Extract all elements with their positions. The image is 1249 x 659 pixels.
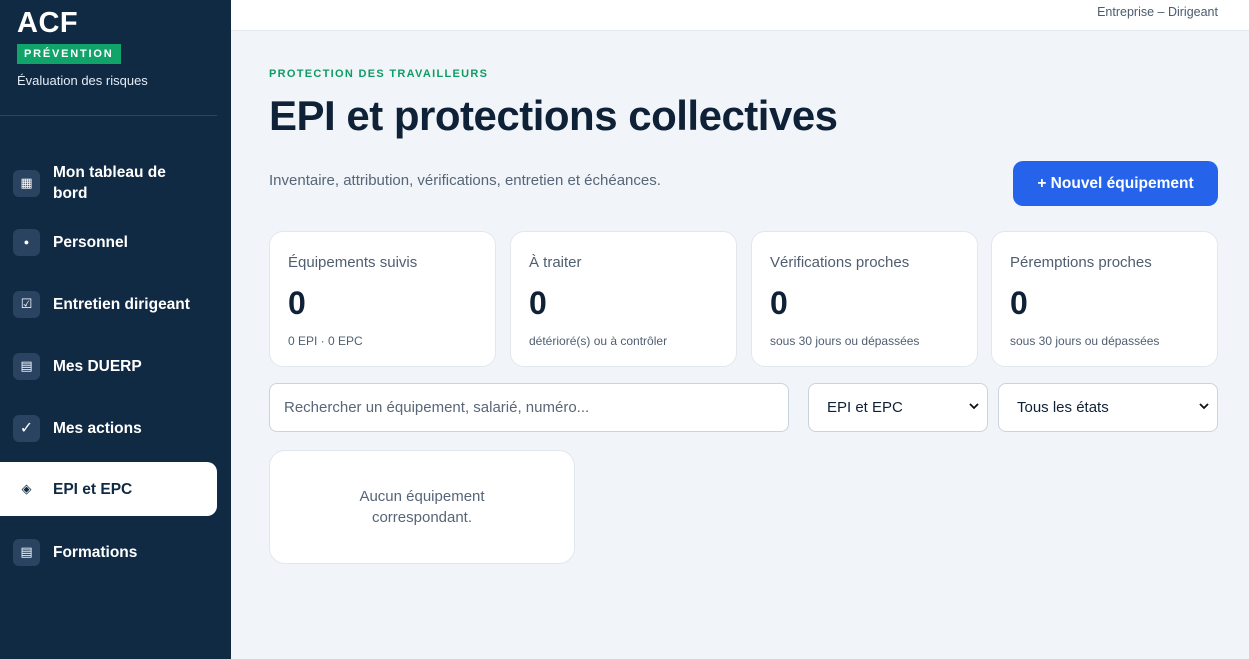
checkmark-icon: ✓	[13, 414, 40, 442]
chevron-down-icon	[969, 403, 979, 410]
brand-badge: PRÉVENTION	[17, 44, 121, 64]
brand-name: ACF	[17, 7, 79, 39]
stat-value: 0	[529, 285, 547, 321]
stat-note: sous 30 jours ou dépassées	[770, 334, 920, 348]
stat-note: détérioré(s) ou à contrôler	[529, 334, 668, 348]
sidebar-item-label: Personnel	[53, 233, 128, 251]
stat-value: 0	[288, 285, 306, 321]
stat-card-expirations: Péremptions proches 0 sous 30 jours ou d…	[991, 231, 1218, 367]
state-filter-select[interactable]: Tous les états	[998, 383, 1218, 432]
stat-label: Vérifications proches	[770, 254, 910, 271]
brand: ACF PRÉVENTION Évaluation des risques	[0, 0, 231, 88]
brand-subtitle: Évaluation des risques	[17, 73, 148, 88]
sidebar-item-actions[interactable]: ✓ Mes actions	[0, 401, 217, 455]
empty-state-message: Aucun équipement correspondant.	[359, 488, 485, 526]
sidebar-item-label: Entretien dirigeant	[53, 295, 190, 313]
sidebar-item-label: Mes actions	[53, 419, 142, 437]
document-icon: ▤	[13, 538, 40, 566]
sidebar-item-dashboard[interactable]: ▦ Mon tableau de bord	[0, 156, 217, 210]
type-filter-select[interactable]: EPI et EPC	[808, 383, 988, 432]
type-filter-value: EPI et EPC	[827, 399, 903, 416]
sidebar-item-label: Formations	[53, 543, 138, 561]
document-icon: ▤	[13, 352, 40, 380]
page-title: EPI et protections collectives	[269, 92, 838, 139]
stat-value: 0	[1010, 285, 1028, 321]
sidebar-item-label: EPI et EPC	[53, 480, 133, 498]
diamond-icon: ◈	[21, 481, 32, 496]
sidebar-divider	[0, 115, 217, 116]
new-equipment-button[interactable]: + Nouvel équipement	[1013, 161, 1218, 206]
page-description: Inventaire, attribution, vérifications, …	[269, 172, 661, 189]
sidebar-item-personnel[interactable]: ● Personnel	[0, 215, 217, 269]
stat-card-verifications: Vérifications proches 0 sous 30 jours ou…	[751, 231, 978, 367]
search-input[interactable]	[269, 383, 789, 432]
page-eyebrow: PROTECTION DES TRAVAILLEURS	[269, 68, 489, 80]
topbar: Entreprise – Dirigeant	[231, 0, 1249, 31]
sidebar-item-label: Mes DUERP	[53, 357, 142, 375]
stat-label: À traiter	[529, 254, 582, 271]
sidebar: ACF PRÉVENTION Évaluation des risques ▦ …	[0, 0, 231, 659]
stat-card-tracked: Équipements suivis 0 0 EPI · 0 EPC	[269, 231, 496, 367]
state-filter-value: Tous les états	[1017, 399, 1109, 416]
stat-card-to-handle: À traiter 0 détérioré(s) ou à contrôler	[510, 231, 737, 367]
stat-note: 0 EPI · 0 EPC	[288, 334, 363, 348]
checkbox-icon: ☑	[13, 290, 40, 318]
sidebar-item-formations[interactable]: ▤ Formations	[0, 525, 217, 579]
sidebar-item-entretien[interactable]: ☑ Entretien dirigeant	[0, 277, 217, 331]
dot-icon: ●	[13, 228, 40, 256]
sidebar-item-epi-epc[interactable]: ◈ EPI et EPC	[0, 462, 217, 516]
grid-icon: ▦	[13, 169, 40, 197]
sidebar-item-label: Mon tableau de bord	[53, 164, 166, 202]
stat-label: Péremptions proches	[1010, 254, 1152, 271]
user-role[interactable]: Entreprise – Dirigeant	[1097, 5, 1218, 19]
sidebar-item-duerp[interactable]: ▤ Mes DUERP	[0, 339, 217, 393]
stat-note: sous 30 jours ou dépassées	[1010, 334, 1160, 348]
stat-value: 0	[770, 285, 788, 321]
chevron-down-icon	[1199, 403, 1209, 410]
empty-state-card: Aucun équipement correspondant.	[269, 450, 575, 564]
stat-label: Équipements suivis	[288, 254, 418, 271]
